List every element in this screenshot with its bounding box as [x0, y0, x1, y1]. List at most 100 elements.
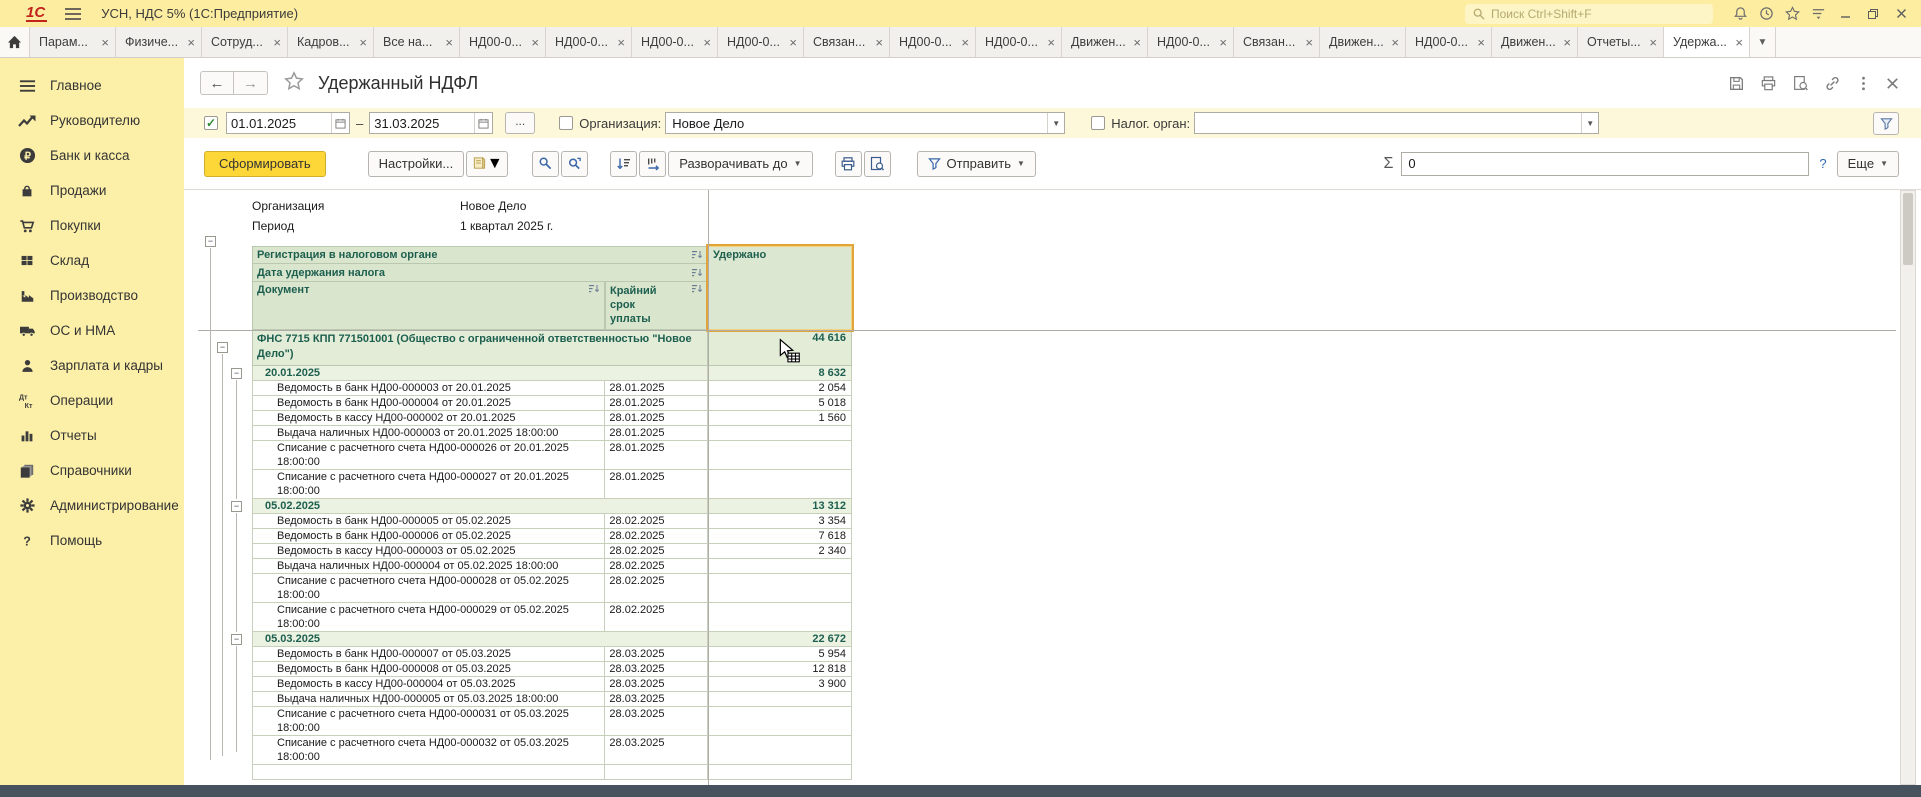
tab-close-icon[interactable]: ×	[101, 36, 109, 49]
collapse-group-button[interactable]: −	[231, 634, 242, 645]
header-cell-registration[interactable]: Регистрация в налоговом органе	[252, 246, 708, 264]
sum-cell[interactable]	[708, 574, 852, 602]
sidebar-item-pomosch[interactable]: ? Помощь	[0, 523, 184, 558]
tab-item[interactable]: Сотруд... ×	[202, 27, 288, 57]
freeze-pane-horizontal-splitter[interactable]	[198, 330, 1896, 331]
document-cell[interactable]: Списание с расчетного счета НД00-000028 …	[253, 574, 605, 602]
sum-cell[interactable]: 2 054	[708, 381, 852, 395]
document-cell[interactable]: Выдача наличных НД00-000005 от 05.03.202…	[253, 692, 605, 706]
sum-cell[interactable]: 5 954	[708, 647, 852, 661]
sidebar-item-rukovoditelyu[interactable]: Руководителю	[0, 103, 184, 138]
sidebar-item-prodazhi[interactable]: Продажи	[0, 173, 184, 208]
document-cell[interactable]: Списание с расчетного счета НД00-000029 …	[253, 603, 605, 631]
forward-button[interactable]: →	[234, 71, 268, 95]
collapse-group-button[interactable]: −	[231, 501, 242, 512]
group-total-cell[interactable]: 13 312	[708, 499, 852, 513]
tab-item[interactable]: Парам... ×	[30, 27, 116, 57]
deadline-cell[interactable]: 28.03.2025	[605, 692, 708, 706]
add-favorite-star-icon[interactable]	[284, 71, 304, 96]
tab-item[interactable]: НД00-0... ×	[890, 27, 976, 57]
collapse-report-button[interactable]: −	[205, 236, 216, 247]
tab-close-icon[interactable]: ×	[445, 36, 453, 49]
scrollbar-thumb[interactable]	[1903, 193, 1913, 265]
group-total-cell[interactable]: 22 672	[708, 632, 852, 646]
global-search-input[interactable]: Поиск Ctrl+Shift+F	[1465, 4, 1713, 24]
tab-item[interactable]: Удержа... ×	[1664, 27, 1750, 57]
tab-item[interactable]: Связан... ×	[804, 27, 890, 57]
back-button[interactable]: ←	[200, 71, 234, 95]
sidebar-item-operacii[interactable]: ДтКт Операции	[0, 383, 184, 418]
sum-cell[interactable]: 5 018	[708, 396, 852, 410]
find-next-button[interactable]	[561, 151, 588, 177]
sum-cell[interactable]	[708, 441, 852, 469]
tab-close-icon[interactable]: ×	[1305, 36, 1313, 49]
sum-cell[interactable]	[708, 426, 852, 440]
deadline-cell[interactable]: 28.01.2025	[605, 396, 708, 410]
document-cell[interactable]: Выдача наличных НД00-000004 от 05.02.202…	[253, 559, 605, 573]
sidebar-item-proizvodstvo[interactable]: Производство	[0, 278, 184, 313]
empty-cell[interactable]	[605, 765, 708, 779]
deadline-cell[interactable]: 28.01.2025	[605, 441, 708, 469]
sidebar-item-spravochniki[interactable]: Справочники	[0, 453, 184, 488]
help-button[interactable]: ?	[1819, 156, 1826, 171]
restore-window-button[interactable]	[1859, 4, 1887, 24]
freeze-pane-vertical-splitter[interactable]	[708, 190, 709, 785]
tab-close-icon[interactable]: ×	[961, 36, 969, 49]
sum-cell[interactable]: 2 340	[708, 544, 852, 558]
tab-item[interactable]: НД00-0... ×	[976, 27, 1062, 57]
sum-cell[interactable]	[708, 559, 852, 573]
tab-close-icon[interactable]: ×	[1219, 36, 1227, 49]
tab-item[interactable]: Отчеты... ×	[1578, 27, 1664, 57]
tab-item[interactable]: Все на... ×	[374, 27, 460, 57]
calendar-icon[interactable]	[331, 113, 349, 133]
document-cell[interactable]: Ведомость в банк НД00-000006 от 05.02.20…	[253, 529, 605, 543]
chevron-down-icon[interactable]: ▼	[1047, 113, 1064, 133]
document-cell[interactable]: Ведомость в кассу НД00-000004 от 05.03.2…	[253, 677, 605, 691]
print-button[interactable]	[835, 151, 862, 177]
tab-close-icon[interactable]: ×	[617, 36, 625, 49]
calendar-icon[interactable]	[474, 113, 492, 133]
deadline-cell[interactable]: 28.01.2025	[605, 411, 708, 425]
autosum-field[interactable]	[1401, 152, 1809, 176]
deadline-cell[interactable]: 28.02.2025	[605, 559, 708, 573]
group-date-cell[interactable]: 05.02.2025	[253, 499, 708, 513]
tab-close-icon[interactable]: ×	[789, 36, 797, 49]
get-link-icon[interactable]	[1824, 75, 1841, 92]
sidebar-item-administrirovanie[interactable]: Администрирование	[0, 488, 184, 523]
collapse-tax-authority-button[interactable]: −	[217, 342, 228, 353]
group-total-cell[interactable]: 8 632	[708, 366, 852, 380]
document-cell[interactable]: Ведомость в кассу НД00-000003 от 05.02.2…	[253, 544, 605, 558]
header-cell-deadline[interactable]: Крайний срок уплаты	[605, 282, 708, 330]
expand-to-button[interactable]: Разворачивать до▼	[668, 151, 812, 177]
empty-cell[interactable]	[253, 765, 605, 779]
sum-cell[interactable]: 3 900	[708, 677, 852, 691]
document-cell[interactable]: Ведомость в кассу НД00-000002 от 20.01.2…	[253, 411, 605, 425]
tab-item[interactable]: НД00-0... ×	[1406, 27, 1492, 57]
header-cell-withheld-selected[interactable]: Удержано	[708, 246, 852, 330]
document-cell[interactable]: Списание с расчетного счета НД00-000031 …	[253, 707, 605, 735]
tab-close-icon[interactable]: ×	[273, 36, 281, 49]
favorites-star-icon[interactable]	[1779, 4, 1805, 24]
sidebar-item-glavnoe[interactable]: Главное	[0, 68, 184, 103]
sidebar-item-pokupki[interactable]: Покупки	[0, 208, 184, 243]
period-checkbox[interactable]: ✓	[204, 116, 218, 130]
group-date-cell[interactable]: 20.01.2025	[253, 366, 708, 380]
sum-cell[interactable]	[708, 736, 852, 764]
sum-cell[interactable]	[708, 692, 852, 706]
home-tab[interactable]	[0, 27, 30, 57]
header-cell-withhold-date[interactable]: Дата удержания налога	[252, 264, 708, 282]
deadline-cell[interactable]: 28.01.2025	[605, 470, 708, 498]
group-date-cell[interactable]: 05.03.2025	[253, 632, 708, 646]
filter-settings-button[interactable]	[1873, 112, 1899, 135]
more-button[interactable]: Еще▼	[1837, 151, 1899, 177]
report-variants-button[interactable]: ▼	[466, 151, 508, 177]
deadline-cell[interactable]: 28.03.2025	[605, 647, 708, 661]
sort-icon[interactable]	[692, 268, 703, 278]
sum-cell[interactable]	[708, 603, 852, 631]
tab-close-icon[interactable]: ×	[1391, 36, 1399, 49]
tab-close-icon[interactable]: ×	[1649, 36, 1657, 49]
sidebar-item-os-i-nma[interactable]: ОС и НМА	[0, 313, 184, 348]
tax-authority-checkbox[interactable]	[1091, 116, 1105, 130]
view-settings-icon[interactable]	[1805, 4, 1831, 24]
period-from-input[interactable]	[227, 116, 331, 131]
